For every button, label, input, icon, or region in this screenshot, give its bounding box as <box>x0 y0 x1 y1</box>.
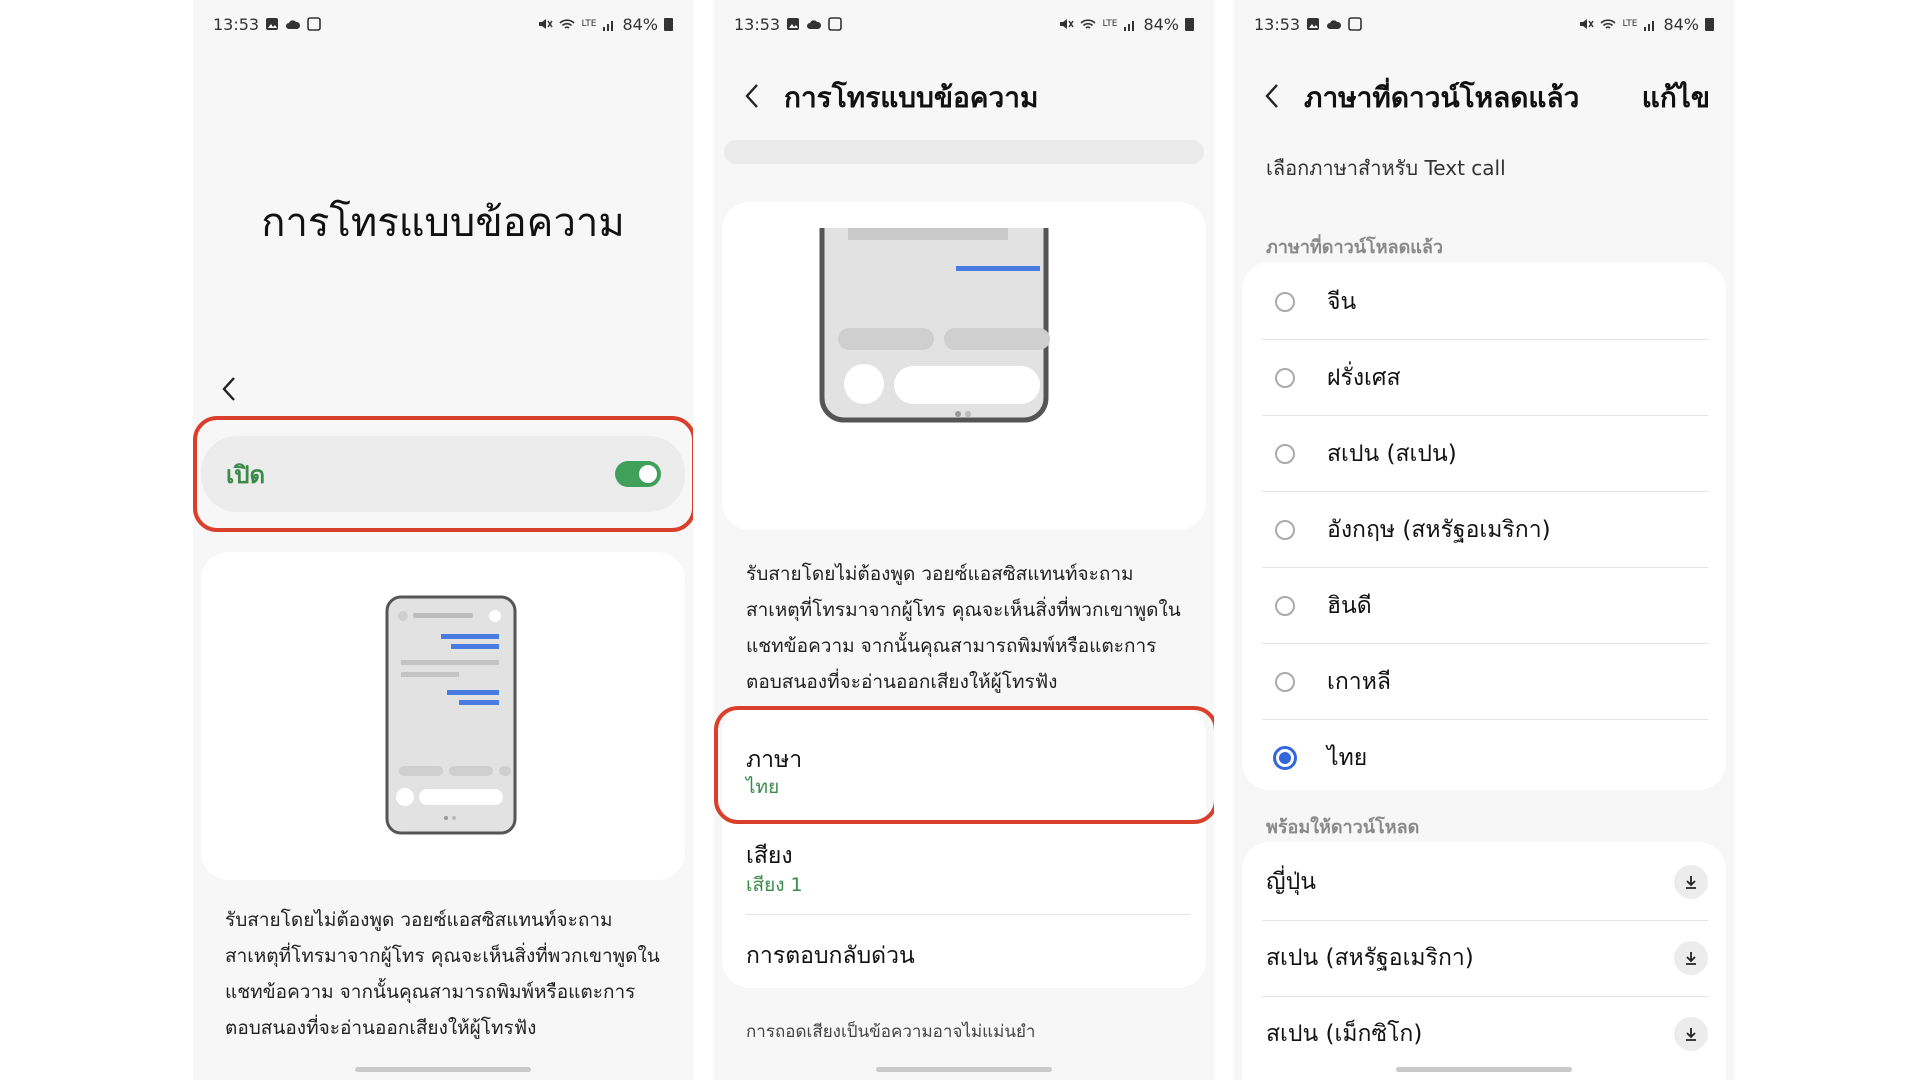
battery-icon <box>664 17 673 31</box>
download-icon[interactable] <box>1674 941 1708 975</box>
radio-button[interactable] <box>1275 443 1295 464</box>
cloud-icon <box>806 18 822 30</box>
collapsed-toggle-bar <box>724 140 1204 164</box>
gallery-icon <box>1306 17 1320 31</box>
phone-screen-1: 13:53 LTE 84% การโทรแบบข้อความ เปิด รับส… <box>193 0 693 1080</box>
available-language-row[interactable]: ญี่ปุ่น <box>1260 844 1708 920</box>
footnote-text: การถอดเสียงเป็นข้อความอาจไม่แม่นยำ <box>746 1022 1036 1042</box>
download-icon[interactable] <box>1674 1017 1708 1051</box>
signal-icon <box>1643 18 1657 31</box>
language-radio-row[interactable]: เกาหลี <box>1260 644 1708 719</box>
notification-icon <box>1348 17 1362 31</box>
back-button[interactable] <box>1264 83 1280 113</box>
home-indicator <box>355 1067 531 1072</box>
signal-icon <box>602 18 616 31</box>
phone-illustration <box>819 228 1050 423</box>
description-text: รับสายโดยไม่ต้องพูด วอยซ์แอสซิสแทนท์จะถา… <box>225 909 660 1039</box>
status-time: 13:53 <box>213 14 260 34</box>
subtitle: เลือกภาษาสำหรับ Text call <box>1266 156 1506 180</box>
battery-icon <box>1705 17 1714 31</box>
battery-percent: 84% <box>622 14 658 34</box>
network-type: LTE <box>1622 19 1638 29</box>
divider <box>746 914 1190 915</box>
page-title: การโทรแบบข้อความ <box>261 200 625 246</box>
radio-button[interactable] <box>1275 595 1295 616</box>
phone-screen-3: 13:53 LTE 84% ภาษาที่ดาวน์โหลดแล้ว แก้ไข… <box>1234 0 1734 1080</box>
mute-icon <box>537 17 554 31</box>
notification-icon <box>307 17 321 31</box>
gallery-icon <box>265 17 279 31</box>
cloud-icon <box>285 18 301 30</box>
wifi-icon <box>1080 18 1097 31</box>
illustration-card <box>722 202 1206 530</box>
language-radio-row[interactable]: จีน <box>1260 264 1708 339</box>
status-bar: 13:53 LTE 84% <box>1254 12 1714 36</box>
wifi-icon <box>1600 18 1617 31</box>
language-radio-row[interactable]: ไทย <box>1260 720 1708 795</box>
language-label: ฮินดี <box>1327 592 1372 619</box>
available-language-row[interactable]: สเปน (เม็กซิโก) <box>1260 996 1708 1072</box>
language-label: ไทย <box>1327 744 1368 771</box>
cloud-icon <box>1326 18 1342 30</box>
signal-icon <box>1123 18 1137 31</box>
voice-value: เสียง 1 <box>746 874 803 896</box>
home-indicator <box>876 1067 1052 1072</box>
language-label: เกาหลี <box>1327 668 1391 695</box>
back-button[interactable] <box>744 83 760 113</box>
language-label: สเปน (สหรัฐอเมริกา) <box>1266 945 1474 971</box>
phone-illustration <box>385 595 517 835</box>
notification-icon <box>828 17 842 31</box>
edit-button[interactable]: แก้ไข <box>1642 76 1710 120</box>
radio-button[interactable] <box>1273 745 1297 770</box>
chevron-left-icon <box>1265 84 1278 108</box>
language-label: ฝรั่งเศส <box>1327 364 1401 391</box>
status-bar: 13:53 LTE 84% <box>213 12 673 36</box>
header: ภาษาที่ดาวน์โหลดแล้ว แก้ไข <box>1264 76 1710 120</box>
wifi-icon <box>559 18 576 31</box>
available-section-header: พร้อมให้ดาวน์โหลด <box>1266 817 1420 838</box>
language-radio-row[interactable]: อังกฤษ (สหรัฐอเมริกา) <box>1260 492 1708 567</box>
network-type: LTE <box>1102 19 1118 29</box>
mute-icon <box>1058 17 1075 31</box>
available-language-row[interactable]: สเปน (สหรัฐอเมริกา) <box>1260 920 1708 996</box>
back-button[interactable] <box>221 376 237 406</box>
battery-percent: 84% <box>1143 14 1179 34</box>
radio-button[interactable] <box>1275 291 1295 312</box>
status-time: 13:53 <box>1254 14 1301 34</box>
language-label: อังกฤษ (สหรัฐอเมริกา) <box>1327 516 1551 543</box>
status-time: 13:53 <box>734 14 781 34</box>
radio-button[interactable] <box>1275 367 1295 388</box>
status-bar: 13:53 LTE 84% <box>734 12 1194 36</box>
quick-reply-item[interactable]: การตอบกลับด่วน <box>746 938 915 974</box>
highlight-box <box>714 706 1214 824</box>
language-radio-row[interactable]: ฮินดี <box>1260 568 1708 643</box>
language-label: จีน <box>1327 288 1357 315</box>
language-radio-row[interactable]: สเปน (สเปน) <box>1260 416 1708 491</box>
language-label: ญี่ปุ่น <box>1266 869 1316 895</box>
header: การโทรแบบข้อความ <box>744 76 1190 120</box>
illustration-card <box>201 552 685 880</box>
battery-icon <box>1185 17 1194 31</box>
page-title: การโทรแบบข้อความ <box>784 81 1039 114</box>
voice-label: เสียง <box>746 843 793 869</box>
language-label: สเปน (เม็กซิโก) <box>1266 1021 1423 1047</box>
language-radio-row[interactable]: ฝรั่งเศส <box>1260 340 1708 415</box>
network-type: LTE <box>581 19 597 29</box>
home-indicator <box>1396 1067 1572 1072</box>
radio-button[interactable] <box>1275 519 1295 540</box>
page-title: ภาษาที่ดาวน์โหลดแล้ว <box>1304 81 1580 114</box>
battery-percent: 84% <box>1663 14 1699 34</box>
radio-button[interactable] <box>1275 671 1295 692</box>
chevron-left-icon <box>745 84 758 108</box>
mute-icon <box>1578 17 1595 31</box>
gallery-icon <box>786 17 800 31</box>
description-text: รับสายโดยไม่ต้องพูด วอยซ์แอสซิสแทนท์จะถา… <box>746 563 1181 693</box>
highlight-box <box>193 416 693 532</box>
language-label: สเปน (สเปน) <box>1327 440 1457 467</box>
chevron-left-icon <box>221 377 237 406</box>
phone-screen-2: 13:53 LTE 84% การโทรแบบข้อความ รับสายโดย… <box>714 0 1214 1080</box>
download-icon[interactable] <box>1674 865 1708 899</box>
downloaded-section-header: ภาษาที่ดาวน์โหลดแล้ว <box>1266 237 1444 258</box>
